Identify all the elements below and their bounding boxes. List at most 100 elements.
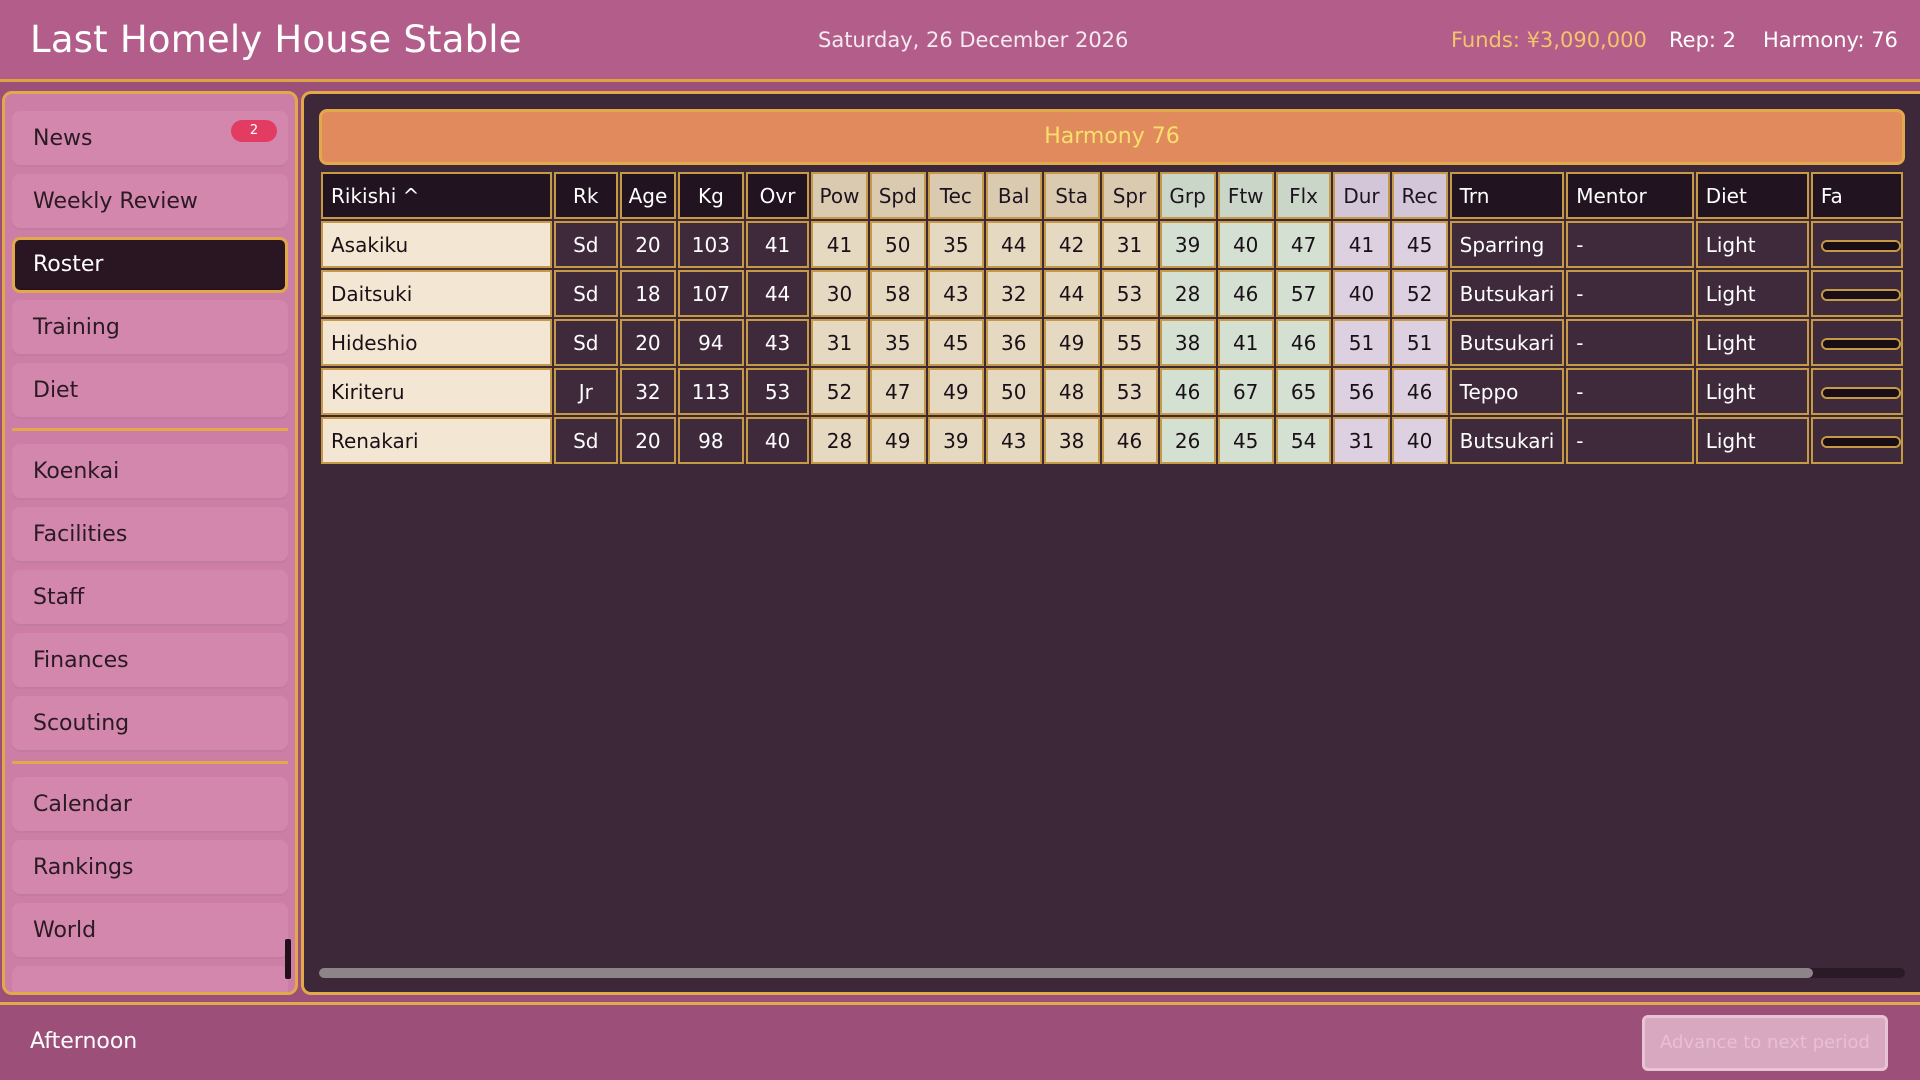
rikishi-name-cell[interactable]: Renakari <box>321 417 552 464</box>
column-header-recovery[interactable]: Rec <box>1391 172 1448 219</box>
technique-cell: 45 <box>927 319 984 366</box>
power-cell: 28 <box>811 417 868 464</box>
age-cell: 20 <box>619 319 677 366</box>
column-header-flexibility[interactable]: Flx <box>1275 172 1332 219</box>
speed-cell: 47 <box>869 368 926 415</box>
rikishi-name-cell[interactable]: Asakiku <box>321 221 552 268</box>
durability-cell: 40 <box>1333 270 1390 317</box>
advance-button[interactable]: Advance to next period <box>1642 1015 1888 1071</box>
table-row[interactable]: Daitsuki Sd 18 107 44 30 58 43 32 44 53 28 46 57 40 52 B… <box>321 270 1903 317</box>
durability-cell: 56 <box>1333 368 1390 415</box>
table-row[interactable]: Kiriteru Jr 32 113 53 52 47 49 50 48 53 46 67 65 56 46 T… <box>321 368 1903 415</box>
sidebar-item-label: World <box>33 918 97 943</box>
fat-cell <box>1810 417 1903 464</box>
top-bar: Last Homely House Stable Saturday, 26 De… <box>0 0 1920 82</box>
power-cell: 41 <box>811 221 868 268</box>
column-header-stamina[interactable]: Sta <box>1043 172 1100 219</box>
mentor-cell: - <box>1566 270 1694 317</box>
diet-cell: Light <box>1695 319 1809 366</box>
training-cell: Butsukari <box>1449 270 1565 317</box>
column-header-spirit[interactable]: Spr <box>1101 172 1158 219</box>
sidebar-item-scouting[interactable]: Scouting <box>12 696 288 752</box>
sidebar-item-calendar[interactable]: Calendar <box>12 777 288 833</box>
table-row[interactable]: Asakiku Sd 20 103 41 41 50 35 44 42 31 39 40 47 41 45 Sp… <box>321 221 1903 268</box>
harmony-banner: Harmony 76 <box>319 109 1905 165</box>
sidebar-item-diet[interactable]: Diet <box>12 363 288 419</box>
sidebar-item-label: Weekly Review <box>33 189 198 214</box>
fat-bar-fill <box>1822 438 1899 446</box>
grip-cell: 26 <box>1159 417 1216 464</box>
column-header-rikishi[interactable]: Rikishi ^ <box>321 172 552 219</box>
reputation-display: Rep: 2 <box>1669 28 1737 52</box>
column-header-durability[interactable]: Dur <box>1333 172 1390 219</box>
rikishi-name-cell[interactable]: Daitsuki <box>321 270 552 317</box>
column-header-training[interactable]: Trn <box>1449 172 1565 219</box>
column-header-grip[interactable]: Grp <box>1159 172 1216 219</box>
rikishi-name-cell[interactable]: Hideshio <box>321 319 552 366</box>
sidebar-scrollbar[interactable] <box>285 939 291 979</box>
sidebar-divider <box>12 428 288 431</box>
fat-bar <box>1820 289 1901 301</box>
flexibility-cell: 46 <box>1275 319 1332 366</box>
grip-cell: 39 <box>1159 221 1216 268</box>
sidebar-item-rankings[interactable]: Rankings <box>12 840 288 896</box>
footwork-cell: 67 <box>1217 368 1274 415</box>
table-row[interactable]: Renakari Sd 20 98 40 28 49 39 43 38 46 26 45 54 31 40 Bu… <box>321 417 1903 464</box>
durability-cell: 31 <box>1333 417 1390 464</box>
column-header-footwork[interactable]: Ftw <box>1217 172 1274 219</box>
fat-bar <box>1820 436 1901 448</box>
speed-cell: 35 <box>869 319 926 366</box>
sidebar-item-more[interactable] <box>12 966 288 992</box>
column-header-diet[interactable]: Diet <box>1695 172 1809 219</box>
sidebar-item-label: Scouting <box>33 711 130 736</box>
mentor-cell: - <box>1566 319 1694 366</box>
sidebar-item-label: Finances <box>33 648 129 673</box>
overall-cell: 40 <box>745 417 810 464</box>
stamina-cell: 38 <box>1043 417 1100 464</box>
sidebar-item-weekly-review[interactable]: Weekly Review <box>12 174 288 230</box>
age-cell: 20 <box>619 417 677 464</box>
weight-cell: 113 <box>678 368 744 415</box>
sidebar-item-roster[interactable]: Roster <box>12 237 288 293</box>
fat-bar-fill <box>1822 340 1899 348</box>
column-header-weight[interactable]: Kg <box>678 172 744 219</box>
rank-cell: Sd <box>553 270 618 317</box>
horizontal-scrollbar[interactable] <box>319 968 1905 978</box>
sidebar-item-koenkai[interactable]: Koenkai <box>12 444 288 500</box>
stamina-cell: 49 <box>1043 319 1100 366</box>
sidebar-item-facilities[interactable]: Facilities <box>12 507 288 563</box>
column-header-power[interactable]: Pow <box>811 172 868 219</box>
table-row[interactable]: Hideshio Sd 20 94 43 31 35 45 36 49 55 38 41 46 51 51 Bu… <box>321 319 1903 366</box>
column-header-mentor[interactable]: Mentor <box>1566 172 1694 219</box>
power-cell: 31 <box>811 319 868 366</box>
rikishi-name-cell[interactable]: Kiriteru <box>321 368 552 415</box>
column-header-rank[interactable]: Rk <box>553 172 618 219</box>
diet-cell: Light <box>1695 368 1809 415</box>
sidebar-item-world[interactable]: World <box>12 903 288 959</box>
weight-cell: 103 <box>678 221 744 268</box>
column-header-technique[interactable]: Tec <box>927 172 984 219</box>
technique-cell: 39 <box>927 417 984 464</box>
column-header-balance[interactable]: Bal <box>985 172 1042 219</box>
column-header-overall[interactable]: Ovr <box>745 172 810 219</box>
column-header-speed[interactable]: Spd <box>869 172 926 219</box>
funds-display: Funds: ¥3,090,000 <box>1451 28 1647 52</box>
stamina-cell: 42 <box>1043 221 1100 268</box>
sidebar-nav: News 2 Weekly Review Roster Training Die… <box>2 91 298 995</box>
bottom-bar: Afternoon Advance to next period <box>0 1002 1920 1080</box>
fat-bar-fill <box>1822 291 1899 299</box>
column-header-fat[interactable]: Fa <box>1810 172 1903 219</box>
sidebar-item-staff[interactable]: Staff <box>12 570 288 626</box>
horizontal-scroll-thumb[interactable] <box>319 968 1813 978</box>
rank-cell: Sd <box>553 417 618 464</box>
sidebar-item-label: News <box>33 126 93 151</box>
sidebar-item-label: Training <box>33 315 120 340</box>
sidebar-item-finances[interactable]: Finances <box>12 633 288 689</box>
age-cell: 18 <box>619 270 677 317</box>
overall-cell: 43 <box>745 319 810 366</box>
overall-cell: 53 <box>745 368 810 415</box>
column-header-age[interactable]: Age <box>619 172 677 219</box>
sidebar-item-news[interactable]: News 2 <box>12 111 288 167</box>
sidebar-item-training[interactable]: Training <box>12 300 288 356</box>
flexibility-cell: 47 <box>1275 221 1332 268</box>
